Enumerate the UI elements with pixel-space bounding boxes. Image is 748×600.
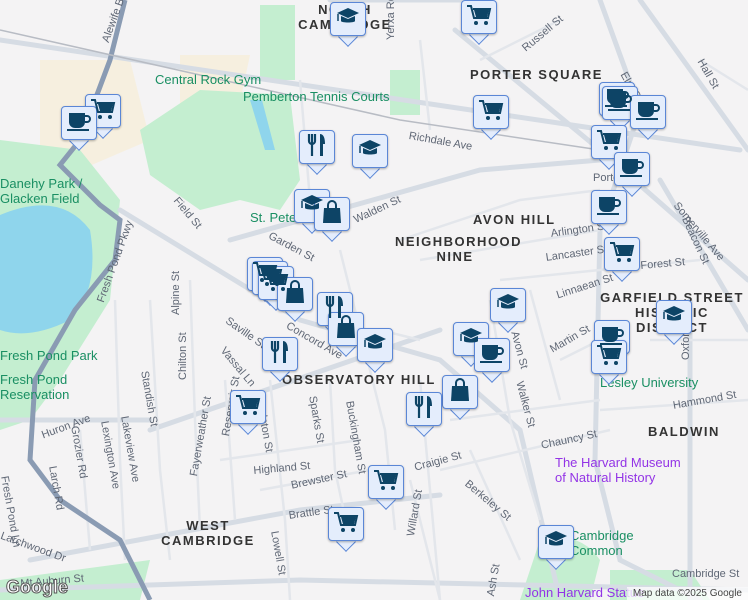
fork-knife-icon [306,133,328,162]
poi-label[interactable]: Danehy Park / Glacken Field [0,176,100,206]
museum-label[interactable]: The Harvard Museum of Natural History [555,455,695,485]
marker-body [461,0,497,34]
map-marker-fork-knife[interactable] [406,392,442,437]
google-logo: Google [6,577,69,598]
marker-body [656,300,692,334]
map-marker-coffee[interactable] [474,338,510,383]
cart-icon [333,511,359,538]
map-marker-shopping-bag[interactable] [442,375,478,420]
neighborhood-label: AVON HILL [473,212,556,227]
fork-knife-icon [269,340,291,369]
map-marker-cart[interactable] [591,340,627,385]
shopping-bag-icon [449,377,471,407]
map-marker-school[interactable] [656,300,692,345]
map-marker-school[interactable] [357,328,393,373]
school-icon [544,529,568,556]
map-marker-cart[interactable] [328,507,364,552]
coffee-icon [619,156,645,183]
cart-icon [235,394,261,421]
marker-body [630,95,666,129]
marker-body [357,328,393,362]
tennis-courts [390,70,420,115]
map-marker-coffee[interactable] [591,190,627,235]
cart-icon [596,344,622,371]
neighborhood-label: NEIGHBORHOOD NINE [395,234,523,264]
map-attribution[interactable]: Map data ©2025 Google [626,587,748,600]
street-label: Cambridge St [672,568,740,580]
marker-body [61,106,97,140]
neighborhood-label: OBSERVATORY HILL [282,372,436,387]
shopping-bag-icon [335,314,357,344]
cart-icon [609,241,635,268]
marker-body [604,237,640,271]
marker-body [330,2,366,36]
marker-body [538,525,574,559]
poi-label[interactable]: Pemberton Tennis Courts [243,89,389,104]
marker-body [591,190,627,224]
fork-knife-icon [413,395,435,424]
marker-body [473,95,509,129]
map-marker-cart[interactable] [368,465,404,510]
marker-body [591,340,627,374]
marker-body [442,375,478,409]
school-icon [358,138,382,165]
map-marker-coffee[interactable] [630,95,666,140]
map-marker-coffee[interactable] [61,106,97,151]
neighborhood-label: BALDWIN [648,424,720,439]
cart-icon [373,469,399,496]
marker-body [406,392,442,426]
school-icon [496,292,520,319]
street-label: Chilton St [177,332,189,380]
street-label: Alpine St [170,270,182,315]
map-marker-fork-knife[interactable] [262,337,298,382]
map-marker-school[interactable] [330,2,366,47]
cart-icon [478,99,504,126]
map-marker-cart[interactable] [604,237,640,282]
street-label: Yerxa Rd [385,0,397,40]
map-marker-cart[interactable] [461,0,497,45]
marker-body [490,288,526,322]
school-icon [363,332,387,359]
marker-body [474,338,510,372]
poi-label[interactable]: Fresh Pond Reservation [0,372,100,402]
coffee-icon [479,342,505,369]
shopping-bag-icon [284,279,306,309]
coffee-icon [66,110,92,137]
map-marker-cart[interactable] [473,95,509,140]
marker-body [368,465,404,499]
school-icon [336,6,360,33]
coffee-icon [596,194,622,221]
coffee-icon [635,99,661,126]
marker-body [230,390,266,424]
marker-body [262,337,298,371]
poi-label[interactable]: Central Rock Gym [155,72,261,87]
school-icon [662,304,686,331]
map-marker-school[interactable] [538,525,574,570]
neighborhood-label: WEST CAMBRIDGE [161,518,255,548]
marker-body [299,130,335,164]
marker-body [614,152,650,186]
marker-body [328,507,364,541]
poi-label[interactable]: Fresh Pond Park [0,348,98,363]
marker-body [352,134,388,168]
cart-icon [466,4,492,31]
map-marker-cart[interactable] [230,390,266,435]
shopping-bag-icon [321,199,343,229]
poi-label[interactable]: Cambridge Common [570,528,650,558]
neighborhood-label: PORTER SQUARE [470,67,603,82]
map-marker-fork-knife[interactable] [299,130,335,175]
map-marker-school[interactable] [490,288,526,333]
map-marker-school[interactable] [352,134,388,179]
